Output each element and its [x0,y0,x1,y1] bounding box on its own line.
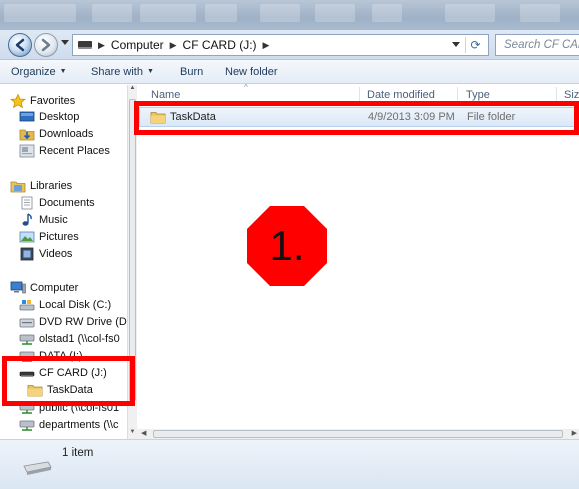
scroll-up-icon[interactable]: ▲ [128,85,137,95]
network-drive-icon [19,332,35,346]
highlight-nav-cf-card [2,356,135,406]
nav-libraries[interactable]: Libraries [10,179,72,193]
column-type[interactable]: Type [466,89,490,101]
back-button[interactable] [8,33,32,57]
recent-pages-dropdown-icon[interactable] [61,40,69,46]
breadcrumb-cf-card[interactable]: CF CARD (J:) [183,38,257,52]
nav-videos[interactable]: Videos [19,247,72,261]
search-input[interactable]: Search CF CARD (J:) [495,34,579,56]
share-with-button[interactable]: Share with ▼ [91,66,154,78]
dvd-drive-icon [19,315,35,329]
nav-desktop[interactable]: Desktop [19,110,79,124]
nav-computer[interactable]: Computer [10,281,78,295]
details-pane: 1 item [0,439,579,489]
back-arrow-icon [15,38,25,52]
pictures-icon [19,230,35,244]
nav-music[interactable]: Music [19,213,68,227]
computer-icon [10,281,26,295]
network-drive-icon [19,418,35,432]
library-icon [10,179,26,193]
recent-places-icon [19,144,35,158]
nav-local-disk[interactable]: Local Disk (C:) [19,298,111,312]
file-list-scrollbar[interactable]: ◀ ▶ [137,429,579,439]
nav-recent-places[interactable]: Recent Places [19,144,110,158]
nav-olstad1[interactable]: olstad1 (\\col-fs0 [19,332,120,346]
drive-icon [78,41,92,49]
nav-departments[interactable]: departments (\\c [19,418,118,432]
step-label: 1. [269,222,305,269]
nav-favorites[interactable]: Favorites [9,93,75,109]
nav-dvd-drive[interactable]: DVD RW Drive (D [19,315,127,329]
scroll-down-icon[interactable]: ▼ [128,429,137,439]
videos-icon [19,247,35,261]
address-dropdown-icon[interactable] [452,42,460,48]
command-bar: Organize ▼ Share with ▼ Burn New folder [0,60,579,84]
forward-button[interactable] [34,33,58,57]
column-date-modified[interactable]: Date modified [367,89,435,101]
background-window-strip [0,0,579,30]
star-icon [9,93,27,109]
burn-button[interactable]: Burn [180,66,203,78]
music-icon [19,213,35,227]
drive-icon [23,461,52,475]
local-disk-icon [19,298,35,312]
column-size[interactable]: Size [564,89,579,101]
desktop-icon [19,110,35,124]
file-list-scroll-thumb[interactable] [153,430,563,438]
item-count: 1 item [62,447,94,459]
new-folder-button[interactable]: New folder [225,66,278,78]
sort-ascending-icon: ^ [244,83,248,92]
nav-downloads[interactable]: Downloads [19,127,93,141]
nav-documents[interactable]: Documents [19,196,95,210]
documents-icon [19,196,35,210]
column-name[interactable]: Name [151,89,180,101]
refresh-button[interactable]: ⟳ [465,37,485,53]
address-bar[interactable]: ▶ Computer ▶ CF CARD (J:) ▶ ⟳ [72,34,489,56]
downloads-folder-icon [19,127,35,141]
nav-pictures[interactable]: Pictures [19,230,79,244]
refresh-icon: ⟳ [470,38,481,52]
forward-arrow-icon [41,38,51,52]
scroll-right-icon[interactable]: ▶ [572,429,577,437]
breadcrumb-computer[interactable]: Computer [111,38,164,52]
scroll-left-icon[interactable]: ◀ [141,429,146,437]
highlight-file-row [134,101,579,135]
address-row: ▶ Computer ▶ CF CARD (J:) ▶ ⟳ Search CF … [0,30,579,60]
organize-button[interactable]: Organize ▼ [11,66,67,78]
